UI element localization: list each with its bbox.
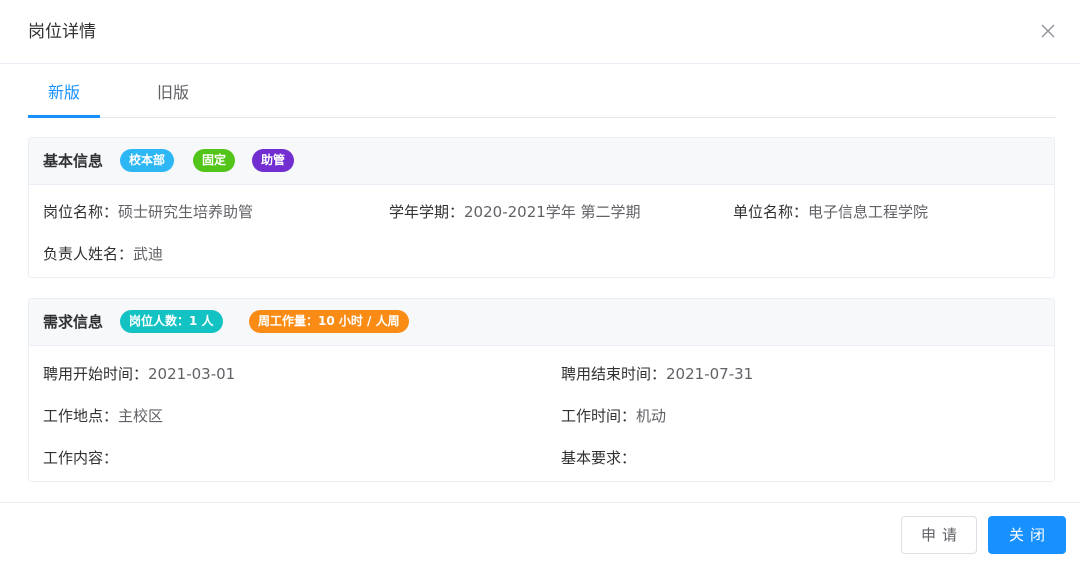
basic-info-title: 基本信息 <box>43 152 104 170</box>
demand-info-header: 需求信息 岗位人数：1 人 周工作量：10 小时 / 人周 <box>29 299 1054 346</box>
active-tab-indicator <box>28 115 100 118</box>
end-time-label: 聘用结束时间： <box>561 365 667 383</box>
owner-name-value: 武迪 <box>133 245 164 263</box>
location-value: 主校区 <box>118 407 164 425</box>
basic-info-header: 基本信息 校本部 固定 助管 <box>29 138 1054 185</box>
fixed-tag: 固定 <box>193 149 236 172</box>
position-name-value: 硕士研究生培养助管 <box>118 203 254 221</box>
work-time-field: 工作时间：机动 <box>561 406 666 426</box>
location-field: 工作地点：主校区 <box>43 406 163 426</box>
unit-name-label: 单位名称： <box>733 203 809 221</box>
start-time-value: 2021-03-01 <box>148 365 236 383</box>
start-time-field: 聘用开始时间：2021-03-01 <box>43 364 235 384</box>
close-button[interactable]: 关闭 <box>988 516 1066 554</box>
position-name-label: 岗位名称： <box>43 203 119 221</box>
unit-name-field: 单位名称：电子信息工程学院 <box>733 202 928 222</box>
weekly-workload-tag: 周工作量：10 小时 / 人周 <box>249 310 409 333</box>
end-time-field: 聘用结束时间：2021-07-31 <box>561 364 753 384</box>
assistant-tag: 助管 <box>252 149 295 172</box>
work-time-value: 机动 <box>636 407 667 425</box>
dialog-title: 岗位详情 <box>28 22 96 42</box>
semester-label: 学年学期： <box>389 203 465 221</box>
demand-info-panel: 需求信息 岗位人数：1 人 周工作量：10 小时 / 人周 聘用开始时间：202… <box>28 298 1055 482</box>
dialog-header: 岗位详情 <box>0 0 1080 64</box>
position-name-field: 岗位名称：硕士研究生培养助管 <box>43 202 253 222</box>
campus-tag: 校本部 <box>120 149 175 172</box>
work-time-label: 工作时间： <box>561 407 637 425</box>
location-label: 工作地点： <box>43 407 119 425</box>
semester-value: 2020-2021学年 第二学期 <box>464 203 641 221</box>
tab-bar: 新版 旧版 <box>28 64 1056 118</box>
content-field: 工作内容： <box>43 448 118 468</box>
start-time-label: 聘用开始时间： <box>43 365 149 383</box>
requirements-label: 基本要求： <box>561 449 637 467</box>
demand-info-title: 需求信息 <box>43 313 104 331</box>
owner-name-field: 负责人姓名：武迪 <box>43 244 163 264</box>
semester-field: 学年学期：2020-2021学年 第二学期 <box>389 202 641 222</box>
basic-info-panel: 基本信息 校本部 固定 助管 岗位名称：硕士研究生培养助管 学年学期：2020-… <box>28 137 1055 278</box>
content-label: 工作内容： <box>43 449 119 467</box>
position-detail-dialog: 岗位详情 新版 旧版 基本信息 校本部 固定 助管 岗位名称：硕士研究生培养助管… <box>0 0 1080 564</box>
end-time-value: 2021-07-31 <box>666 365 754 383</box>
tab-old-version[interactable]: 旧版 <box>157 82 189 104</box>
requirements-field: 基本要求： <box>561 448 636 468</box>
apply-button[interactable]: 申请 <box>901 516 977 554</box>
dialog-footer: 申请 关闭 <box>0 502 1080 564</box>
close-icon[interactable] <box>1038 21 1058 41</box>
unit-name-value: 电子信息工程学院 <box>808 203 929 221</box>
headcount-tag: 岗位人数：1 人 <box>120 310 223 333</box>
owner-name-label: 负责人姓名： <box>43 245 134 263</box>
tab-new-version[interactable]: 新版 <box>48 82 80 104</box>
